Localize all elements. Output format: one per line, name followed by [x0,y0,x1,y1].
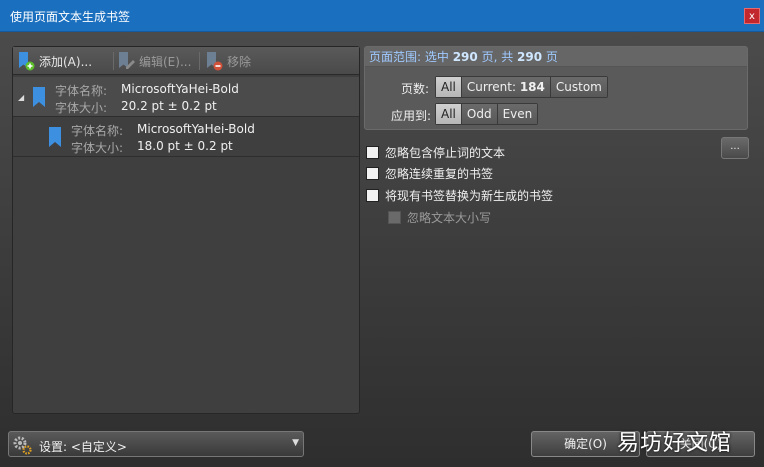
apply-odd-option[interactable]: Odd [461,104,498,124]
add-button-label: 添加(A)... [39,54,93,69]
collapse-triangle-icon[interactable]: ◢ [18,93,24,102]
replace-existing-label: 将现有书签替换为新生成的书签 [385,189,554,203]
pages-custom-option[interactable]: Custom [550,77,607,97]
ignore-case-label: 忽略文本大小写 [407,211,492,225]
toolbar-divider [113,52,114,70]
ignore-repeated-checkbox[interactable] [366,167,379,180]
page-range-middle: 页, 共 [477,50,518,64]
edit-button[interactable]: 编辑(E)... [117,51,191,71]
pages-all-option[interactable]: All [436,77,462,97]
remove-bookmark-icon [205,51,223,71]
selected-page-count: 290 [452,50,478,64]
font-name-label: 字体名称: [55,84,108,98]
add-bookmark-icon [17,51,35,71]
apply-to-selector: All Odd Even [435,103,539,125]
font-size-label: 字体大小: [55,101,108,115]
total-page-count: 290 [517,50,543,64]
remove-button-label: 移除 [227,54,252,69]
replace-existing-checkbox[interactable] [366,189,379,202]
font-name-label: 字体名称: [71,124,124,138]
toolbar-divider [199,52,200,70]
page-range-prefix: 页面范围: 选中 [369,50,453,64]
current-prefix: Current: [466,80,520,94]
ignore-case-option[interactable]: 忽略文本大小写 [388,209,491,226]
add-button[interactable]: 添加(A)... [17,51,92,71]
edit-bookmark-icon [117,51,135,71]
tree-node[interactable]: 字体名称: MicrosoftYaHei-Bold 字体大小: 18.0 pt … [13,117,359,157]
page-range-summary: 页面范围: 选中 290 页, 共 290 页 [365,47,747,67]
page-range-group: 页面范围: 选中 290 页, 共 290 页 页数: All Current:… [364,46,748,130]
ignore-stopwords-label: 忽略包含停止词的文本 [385,146,506,160]
current-page-number: 184 [519,80,545,94]
apply-to-label: 应用到: [391,109,432,123]
apply-even-option[interactable]: Even [497,104,538,124]
chevron-down-icon: ▼ [292,438,299,448]
ignore-case-checkbox[interactable] [388,211,401,224]
font-size-value: 18.0 pt ± 0.2 pt [137,139,233,153]
pages-current-option[interactable]: Current: 184 [461,77,551,97]
edit-button-label: 编辑(E)... [139,54,192,69]
bookmark-icon [33,87,45,107]
ignore-stopwords-checkbox[interactable] [366,146,379,159]
ignore-repeated-label: 忽略连续重复的书签 [385,167,494,181]
settings-dropdown[interactable]: 设置: <自定义> ▼ [8,431,304,457]
page-range-suffix: 页 [542,50,558,64]
rules-toolbar: 添加(A)... 编辑(E)... 移除 [13,47,359,75]
pages-selector: All Current: 184 Custom [435,76,608,98]
apply-all-option[interactable]: All [436,104,462,124]
font-size-label: 字体大小: [71,141,124,155]
ignore-stopwords-option[interactable]: 忽略包含停止词的文本 [366,144,505,161]
title-bar: 使用页面文本生成书签 x [0,0,764,32]
window-title: 使用页面文本生成书签 [10,10,131,24]
remove-button[interactable]: 移除 [205,51,251,71]
font-name-value: MicrosoftYaHei-Bold [137,122,255,136]
font-name-value: MicrosoftYaHei-Bold [121,82,239,96]
ignore-repeated-option[interactable]: 忽略连续重复的书签 [366,165,493,182]
replace-existing-option[interactable]: 将现有书签替换为新生成的书签 [366,187,553,204]
stopwords-more-button[interactable]: ... [721,137,749,159]
close-button[interactable]: x [744,8,760,24]
bookmark-rules-panel: 添加(A)... 编辑(E)... 移除 ◢ 字体名称: MicrosoftYa… [12,46,360,414]
pages-label: 页数: [401,82,430,96]
dialog-body: 添加(A)... 编辑(E)... 移除 ◢ 字体名称: MicrosoftYa… [0,32,764,467]
font-size-value: 20.2 pt ± 0.2 pt [121,99,217,113]
bookmark-rule-tree: ◢ 字体名称: MicrosoftYaHei-Bold 字体大小: 20.2 p… [13,77,359,157]
settings-label: 设置: <自定义> [39,440,127,454]
tree-node[interactable]: ◢ 字体名称: MicrosoftYaHei-Bold 字体大小: 20.2 p… [13,77,359,117]
bookmark-icon [49,127,61,147]
gear-icon [12,435,32,455]
watermark-text: 易坊好文馆 [617,431,733,456]
